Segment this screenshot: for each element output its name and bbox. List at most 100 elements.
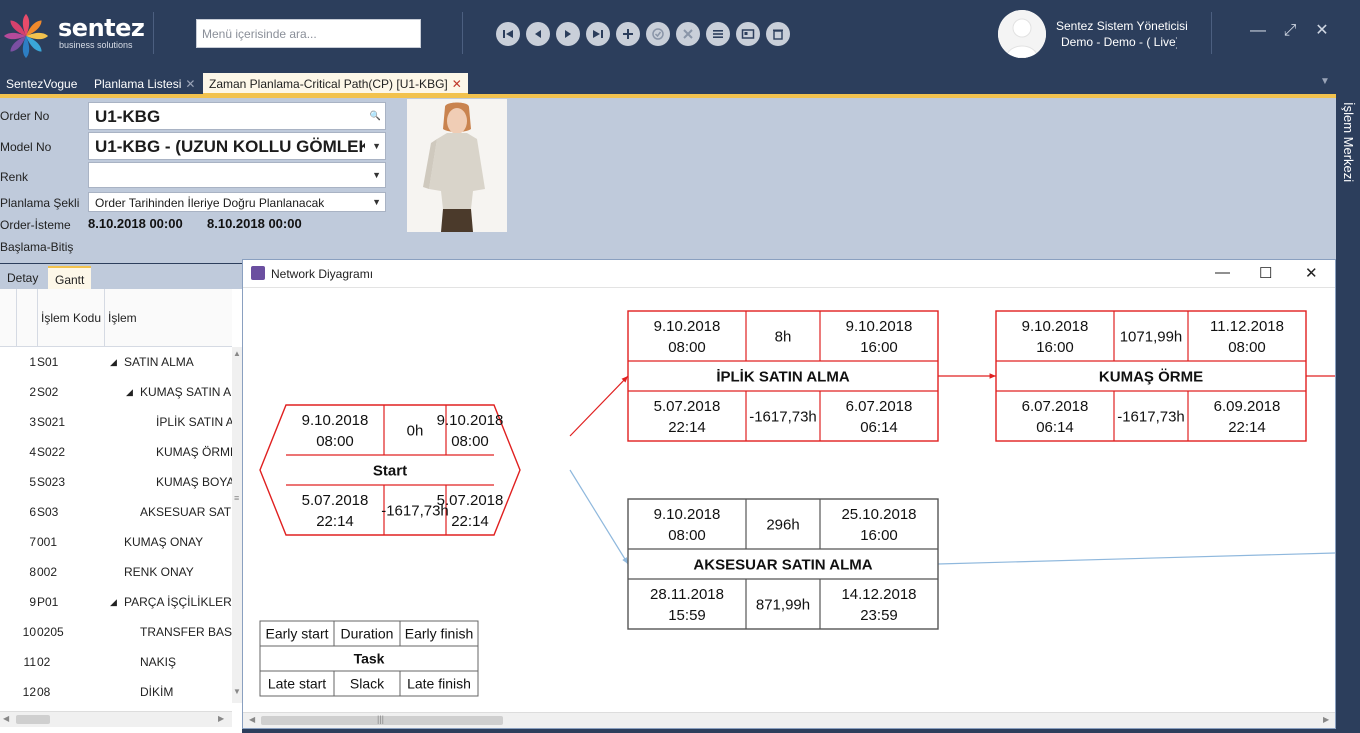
table-row[interactable]: 100205 TRANSFER BASKI: [0, 617, 232, 647]
renk-field[interactable]: ▼: [88, 162, 386, 188]
node-start-duration: 0h: [407, 422, 424, 439]
tab-label: SentezVogue: [6, 77, 78, 91]
planlama-sekli-select[interactable]: Order Tarihinden İleriye Doğru Planlanac…: [88, 192, 386, 212]
maximize-icon[interactable]: ☐: [1259, 264, 1272, 282]
cancel-icon: [683, 29, 693, 39]
node-kumas-name: KUMAŞ ÖRME: [1099, 368, 1203, 385]
network-title: Network Diyagramı: [271, 267, 374, 281]
legend-slack: Slack: [350, 675, 385, 691]
row-number: 3: [29, 415, 36, 429]
list-button[interactable]: [706, 22, 730, 46]
network-diagram-window: Network Diyagramı — ☐ ✕ 9.10.2018 08:00 0h…: [242, 259, 1336, 729]
network-title-bar[interactable]: Network Diyagramı — ☐ ✕: [243, 260, 1335, 288]
row-process: DİKİM: [140, 685, 174, 699]
baslama-bitis-label: Başlama-Bitiş: [0, 240, 74, 254]
add-button[interactable]: [616, 22, 640, 46]
islem-merkezi-label[interactable]: İşlem Merkezi: [1341, 102, 1356, 182]
tab-zaman-planlama[interactable]: Zaman Planlama-Critical Path(CP) [U1-KBG…: [203, 73, 468, 96]
avatar[interactable]: [998, 10, 1046, 58]
cancel-button[interactable]: [676, 22, 700, 46]
planlama-sekli-value: Order Tarihinden İleriye Doğru Planlanac…: [95, 196, 325, 210]
top-bar: sentez business solutions Menü içerisind…: [0, 0, 1360, 70]
grid-vertical-scrollbar[interactable]: ▲ ▼ ≡: [232, 347, 242, 703]
next-record-button[interactable]: [556, 22, 580, 46]
isteme-date: 8.10.2018 00:00: [207, 216, 302, 231]
close-icon[interactable]: ✕: [1305, 264, 1318, 282]
grid-header: İşlem Kodu İşlem: [0, 289, 232, 347]
legend-task: Task: [354, 650, 385, 666]
order-no-field[interactable]: U1-KBG 🔍: [88, 102, 386, 130]
link-aksesuar-offscreen: [937, 552, 1335, 565]
table-row[interactable]: 4 S022 KUMAŞ ÖRME: [0, 437, 232, 467]
chevron-down-icon[interactable]: ▼: [372, 170, 381, 180]
minimize-icon[interactable]: —: [1249, 22, 1267, 40]
product-photo-icon: [407, 99, 507, 232]
user-name: Sentez Sistem Yöneticisi: [1056, 19, 1188, 33]
table-row[interactable]: ◢ 2S02 KUMAŞ SATIN ALMA: [0, 377, 232, 407]
tab-sentezvogue[interactable]: SentezVogue: [0, 73, 83, 96]
column-islem[interactable]: İşlem: [108, 311, 137, 325]
chevron-down-icon[interactable]: ▼: [372, 197, 381, 207]
table-row[interactable]: 11 02 NAKIŞ: [0, 647, 232, 677]
row-process: KUMAŞ SATIN ALMA: [140, 385, 232, 399]
app-icon: [251, 266, 265, 280]
network-canvas[interactable]: 9.10.2018 08:00 0h 9.10.2018 08:00 Start 5.07.…: [243, 289, 1335, 712]
close-icon[interactable]: ✕: [1313, 22, 1331, 40]
grid-horizontal-scrollbar[interactable]: ◀ ▶: [0, 711, 232, 727]
approve-button[interactable]: [646, 22, 670, 46]
link-start-aksesuar: [569, 469, 629, 565]
chevron-down-icon[interactable]: ▼: [372, 141, 381, 151]
network-svg[interactable]: 9.10.2018 08:000h9.10.2018 08:00Start5.07.…: [243, 289, 1335, 712]
separator: [1211, 12, 1212, 54]
tab-gantt[interactable]: Gantt: [48, 266, 92, 289]
node-aksesuar-duration: 296h: [766, 516, 799, 533]
previous-record-button[interactable]: [526, 22, 550, 46]
table-row[interactable]: 7 001 KUMAŞ ONAY: [0, 527, 232, 557]
table-row[interactable]: 12 08 DİKİM: [0, 677, 232, 707]
maximize-icon[interactable]: ⤢: [1281, 22, 1299, 40]
approve-icon: [652, 28, 664, 40]
last-icon: [593, 30, 603, 38]
row-code: 002: [37, 565, 58, 579]
row-number: 10: [22, 625, 36, 639]
tab-detay[interactable]: Detay: [0, 266, 45, 289]
table-row[interactable]: 5 S023 KUMAŞ BOYA: [0, 467, 232, 497]
row-process: SATIN ALMA: [124, 355, 194, 369]
list-icon: [713, 30, 723, 38]
table-row[interactable]: 3S021 İPLİK SATIN ALMA: [0, 407, 232, 437]
expand-icon[interactable]: ◢: [126, 387, 133, 398]
tab-label: Zaman Planlama-Critical Path(CP) [U1-KBG…: [209, 77, 448, 91]
arrowhead-start-aksesuar: [622, 557, 628, 564]
minimize-icon[interactable]: —: [1215, 264, 1230, 281]
network-horizontal-scrollbar[interactable]: ◀ ||| ▶: [243, 712, 1335, 728]
row-code: 0205: [37, 625, 64, 639]
islem-merkezi-panel[interactable]: [1336, 96, 1360, 733]
node-iplik-slack: -1617,73h: [749, 408, 817, 425]
row-number: 4: [29, 445, 36, 459]
model-no-field[interactable]: U1-KBG - (UZUN KOLLU GÖMLEK) ▼: [88, 132, 386, 160]
row-code: S01: [37, 355, 59, 369]
delete-button[interactable]: [766, 22, 790, 46]
sentez-logo[interactable]: sentez business solutions: [2, 10, 152, 58]
card-button[interactable]: [736, 22, 760, 46]
expand-icon[interactable]: ◢: [110, 357, 117, 368]
tab-close-icon[interactable]: ✕: [452, 77, 462, 91]
table-row[interactable]: 8 002 RENK ONAY: [0, 557, 232, 587]
search-icon[interactable]: 🔍: [370, 111, 381, 122]
row-number: 9: [29, 595, 36, 609]
first-record-button[interactable]: [496, 22, 520, 46]
row-code: S022: [37, 445, 66, 459]
table-row[interactable]: ◢ 1 S01 SATIN ALMA: [0, 347, 232, 377]
tab-planlama-listesi[interactable]: Planlama Listesi ✕: [88, 73, 201, 96]
tab-close-icon[interactable]: ✕: [185, 77, 195, 91]
last-record-button[interactable]: [586, 22, 610, 46]
row-code: P01: [37, 595, 59, 609]
menu-search-input[interactable]: Menü içerisinde ara...: [196, 19, 421, 48]
column-islem-kodu[interactable]: İşlem Kodu: [41, 311, 101, 325]
row-process: KUMAŞ ONAY: [124, 535, 204, 549]
arrowhead-iplik-kumas: [989, 373, 996, 379]
table-row[interactable]: 6S03 AKSESUAR SATIN ALMA: [0, 497, 232, 527]
expand-icon[interactable]: ◢: [110, 597, 117, 608]
table-row[interactable]: ◢ 9 P01 PARÇA İŞÇİLİKLER: [0, 587, 232, 617]
tab-list-chevron-icon[interactable]: ▼: [1320, 76, 1330, 87]
